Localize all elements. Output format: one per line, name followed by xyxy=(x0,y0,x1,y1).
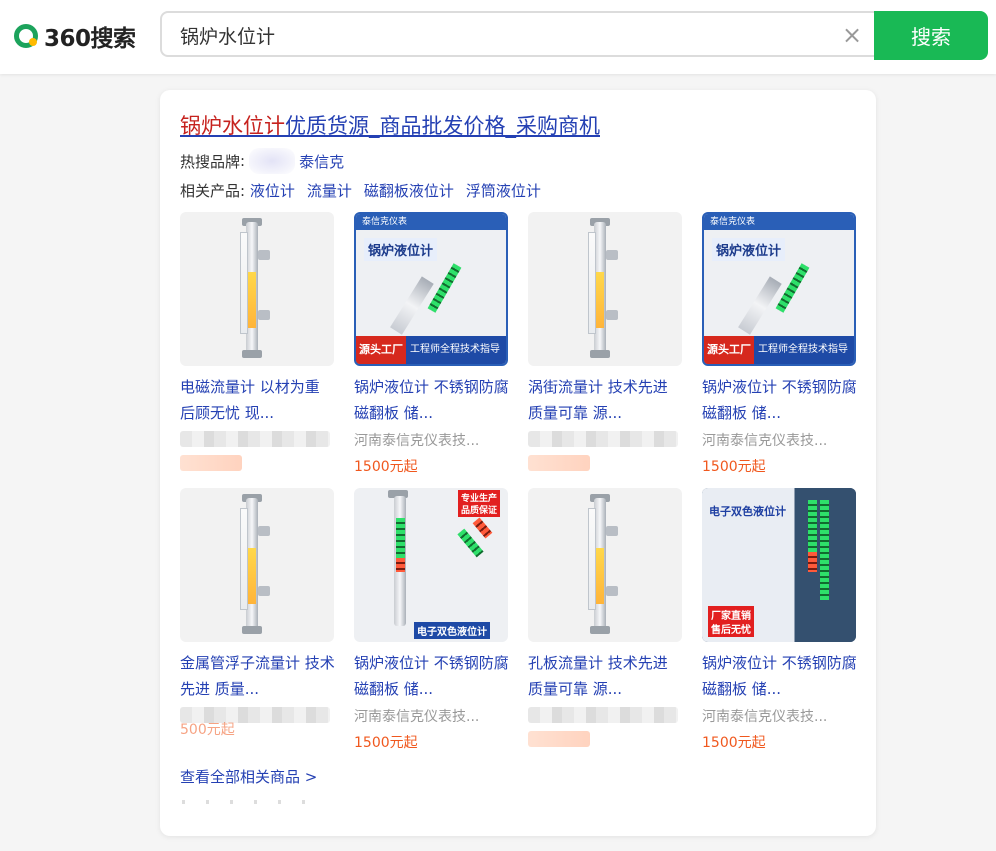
search-button[interactable]: 搜索 xyxy=(874,11,988,60)
product-image[interactable]: 泰信克仪表 锅炉液位计 源头工厂 工程师全程技术指导 xyxy=(354,212,508,366)
product-item[interactable]: 孔板流量计 技术先进 质量可靠 源... xyxy=(528,488,683,747)
promo-quality: 品质保证 xyxy=(458,502,501,517)
product-image[interactable]: 电子双色液位计 厂家直销 售后无忧 xyxy=(702,488,856,642)
promo-dual-color: 电子双色液位计 xyxy=(414,622,490,639)
logo-text: 360搜索 xyxy=(44,26,136,52)
related-label: 相关产品: xyxy=(180,182,246,200)
product-title[interactable]: 锅炉液位计 不锈钢防腐磁翻板 储... xyxy=(354,650,509,702)
product-title[interactable]: 电磁流量计 以材为重 后顾无忧 现... xyxy=(180,374,335,426)
product-image[interactable]: 泰信克仪表 锅炉液位计 源头工厂 工程师全程技术指导 xyxy=(702,212,856,366)
product-item[interactable]: 电子双色液位计 厂家直销 售后无忧 锅炉液位计 不锈钢防腐磁翻板 储... 河南… xyxy=(702,488,857,756)
promo-after-sale: 售后无忧 xyxy=(708,620,754,637)
promo-product: 锅炉液位计 xyxy=(712,238,786,261)
product-title[interactable]: 锅炉液位计 不锈钢防腐磁翻板 储... xyxy=(702,650,857,702)
product-title[interactable]: 锅炉液位计 不锈钢防腐磁翻板 储... xyxy=(354,374,509,426)
blurred-price xyxy=(528,455,590,471)
product-title[interactable]: 锅炉液位计 不锈钢防腐磁翻板 储... xyxy=(702,374,857,426)
related-link[interactable]: 磁翻板液位计 xyxy=(364,182,454,200)
brands-colon: : xyxy=(240,152,246,170)
blurred-brand-logo xyxy=(249,148,296,174)
product-title[interactable]: 涡街流量计 技术先进 质量可靠 源... xyxy=(528,374,683,426)
brands-label: 热搜品牌 xyxy=(180,152,241,171)
promo-engineer: 工程师全程技术指导 xyxy=(410,344,500,355)
shop-name[interactable]: 河南泰信克仪表技... xyxy=(354,704,509,730)
shop-name[interactable]: 河南泰信克仪表技... xyxy=(702,428,857,454)
card-title-link[interactable]: 锅炉水位计优质货源_商品批发价格_采购商机 xyxy=(180,110,600,140)
product-item[interactable]: 泰信克仪表 锅炉液位计 源头工厂 工程师全程技术指导 锅炉液位计 不锈钢防腐磁翻… xyxy=(354,212,509,480)
clear-icon[interactable]: × xyxy=(842,21,862,49)
title-rest: 优质货源_商品批发价格_采购商机 xyxy=(285,114,600,138)
product-item[interactable]: 泰信克仪表 锅炉液位计 源头工厂 工程师全程技术指导 锅炉液位计 不锈钢防腐磁翻… xyxy=(702,212,857,480)
brand-link[interactable]: 泰信克 xyxy=(299,151,344,172)
shop-name[interactable]: 河南泰信克仪表技... xyxy=(702,704,857,730)
product-item[interactable]: 金属管浮子流量计 技术先进 质量... 500元起 xyxy=(180,488,335,743)
product-image[interactable] xyxy=(180,212,334,366)
price: 1500元起 xyxy=(354,459,418,475)
top-bar: 360搜索 × 搜索 xyxy=(0,0,996,74)
related-products: 相关产品: 液位计 流量计 磁翻板液位计 浮筒液位计 xyxy=(180,180,553,201)
search-box: × xyxy=(160,11,876,57)
shopping-card: 锅炉水位计优质货源_商品批发价格_采购商机 热搜品牌: 泰信克 相关产品: 液位… xyxy=(160,90,876,836)
price: 500元起 xyxy=(180,722,235,738)
promo-factory: 源头工厂 xyxy=(356,336,406,364)
blurred-price xyxy=(528,731,590,747)
hot-brands: 热搜品牌: 泰信克 xyxy=(180,148,344,174)
price: 1500元起 xyxy=(354,735,418,751)
product-title[interactable]: 孔板流量计 技术先进 质量可靠 源... xyxy=(528,650,683,702)
logo-ring-icon xyxy=(14,24,38,48)
price: 1500元起 xyxy=(702,459,766,475)
blurred-shop xyxy=(180,431,330,447)
product-title[interactable]: 金属管浮子流量计 技术先进 质量... xyxy=(180,650,335,702)
blurred-shop xyxy=(528,431,678,447)
logo[interactable]: 360搜索 xyxy=(14,21,136,52)
brand-tag: 泰信克仪表 xyxy=(704,214,854,230)
promo-dual-color: 电子双色液位计 xyxy=(709,505,786,518)
related-link[interactable]: 液位计 xyxy=(250,182,295,200)
product-image[interactable] xyxy=(528,488,682,642)
divider xyxy=(182,800,312,804)
shop-name[interactable]: 河南泰信克仪表技... xyxy=(354,428,509,454)
promo-product: 锅炉液位计 xyxy=(364,238,438,261)
search-input[interactable] xyxy=(178,13,822,57)
title-keyword: 锅炉水位计 xyxy=(180,114,285,138)
promo-factory: 源头工厂 xyxy=(704,336,754,364)
product-item[interactable]: 电磁流量计 以材为重 后顾无忧 现... xyxy=(180,212,335,471)
related-link[interactable]: 流量计 xyxy=(307,182,352,200)
related-link[interactable]: 浮筒液位计 xyxy=(466,182,541,200)
product-item[interactable]: 专业生产 品质保证 电子双色液位计 锅炉液位计 不锈钢防腐磁翻板 储... 河南… xyxy=(354,488,509,756)
product-image[interactable] xyxy=(180,488,334,642)
product-image[interactable] xyxy=(528,212,682,366)
price: 1500元起 xyxy=(702,735,766,751)
promo-engineer: 工程师全程技术指导 xyxy=(758,344,848,355)
product-item[interactable]: 涡街流量计 技术先进 质量可靠 源... xyxy=(528,212,683,471)
view-all-link[interactable]: 查看全部相关商品 > xyxy=(180,766,317,787)
blurred-price xyxy=(180,455,242,471)
product-image[interactable]: 专业生产 品质保证 电子双色液位计 xyxy=(354,488,508,642)
brand-tag: 泰信克仪表 xyxy=(356,214,506,230)
blurred-shop xyxy=(528,707,678,723)
